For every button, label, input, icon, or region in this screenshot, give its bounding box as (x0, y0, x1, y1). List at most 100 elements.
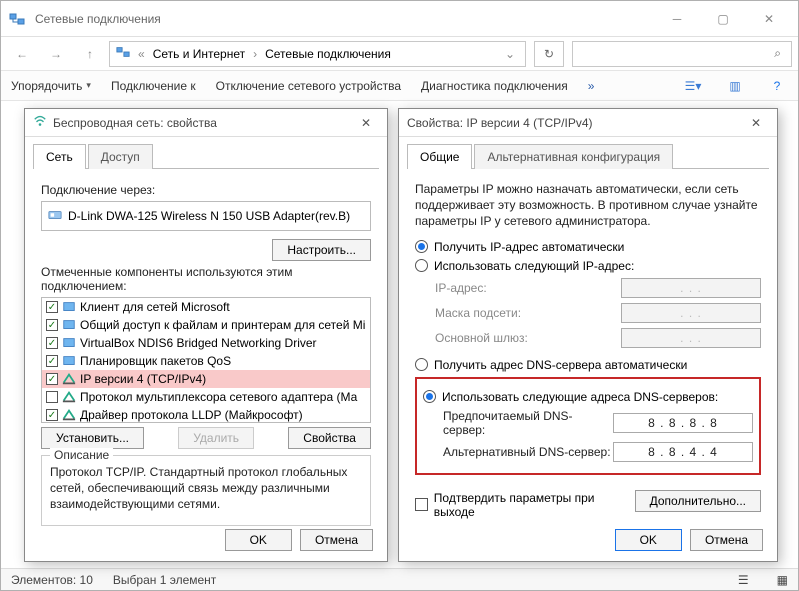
component-icon (62, 300, 76, 314)
list-item[interactable]: ✓Драйвер протокола LLDP (Майкрософт) (42, 406, 370, 423)
list-item[interactable]: ✓VirtualBox NDIS6 Bridged Networking Dri… (42, 334, 370, 352)
dropdown-chevron-icon[interactable]: ⌄ (505, 47, 515, 61)
checkbox-checked[interactable]: ✓ (46, 319, 58, 331)
checkbox-checked[interactable]: ✓ (46, 409, 58, 421)
close-button[interactable]: ✕ (746, 3, 792, 35)
checkbox-checked[interactable]: ✓ (46, 337, 58, 349)
mask-input: . . . (621, 303, 761, 323)
checkbox-checked[interactable]: ✓ (46, 373, 58, 385)
adapter-properties-dialog: Беспроводная сеть: свойства ✕ Сеть Досту… (24, 108, 388, 562)
radio-selected-icon (415, 240, 428, 253)
advanced-button[interactable]: Дополнительно... (635, 490, 761, 512)
titlebar: Сетевые подключения ─ ▢ ✕ (1, 1, 798, 37)
chevron-right-icon: › (253, 47, 257, 61)
minimize-button[interactable]: ─ (654, 3, 700, 35)
cancel-button[interactable]: Отмена (300, 529, 373, 551)
address-bar: ← → ↑ « Сеть и Интернет › Сетевые подклю… (1, 37, 798, 71)
search-icon: ⌕ (774, 46, 781, 61)
remove-button: Удалить (178, 427, 254, 449)
radio-unselected-icon (415, 358, 428, 371)
wireless-icon (33, 114, 47, 131)
checkbox-unchecked[interactable] (415, 498, 428, 511)
tabs: Сеть Доступ (25, 137, 387, 168)
properties-button[interactable]: Свойства (288, 427, 371, 449)
checkbox-checked[interactable]: ✓ (46, 301, 58, 313)
list-item[interactable]: Протокол мультиплексора сетевого адаптер… (42, 388, 370, 406)
status-bar: Элементов: 10 Выбран 1 элемент ☰ ▦ (1, 568, 798, 590)
adapter-field: D-Link DWA-125 Wireless N 150 USB Adapte… (41, 201, 371, 231)
close-icon[interactable]: ✕ (353, 116, 379, 130)
alt-dns-row: Альтернативный DNS-сервер: 8 . 8 . 4 . 4 (443, 442, 753, 462)
ipv4-properties-dialog: Свойства: IP версии 4 (TCP/IPv4) ✕ Общие… (398, 108, 778, 562)
mask-label: Маска подсети: (435, 306, 621, 320)
configure-button[interactable]: Настроить... (272, 239, 371, 261)
gateway-label: Основной шлюз: (435, 331, 621, 345)
radio-ip-auto[interactable]: Получить IP-адрес автоматически (415, 240, 761, 254)
components-label: Отмеченные компоненты используются этим … (41, 265, 371, 293)
network-connections-icon (7, 9, 27, 29)
checkbox-unchecked[interactable] (46, 391, 58, 403)
help-button[interactable]: ? (766, 75, 788, 97)
list-item[interactable]: ✓Клиент для сетей Microsoft (42, 298, 370, 316)
search-field[interactable]: ⌕ (572, 41, 792, 67)
radio-dns-auto[interactable]: Получить адрес DNS-сервера автоматически (415, 358, 761, 372)
status-count: Элементов: 10 (11, 573, 93, 587)
protocol-icon (62, 372, 76, 386)
protocol-icon (62, 408, 76, 422)
description-group: Описание Протокол TCP/IP. Стандартный пр… (41, 455, 371, 526)
connect-to-menu[interactable]: Подключение к (111, 79, 196, 93)
list-item-selected[interactable]: ✓IP версии 4 (TCP/IPv4) (42, 370, 370, 388)
breadcrumb-item[interactable]: Сеть и Интернет (153, 47, 245, 61)
validate-checkbox-row[interactable]: Подтвердить параметры при выходе (415, 491, 635, 519)
address-field[interactable]: « Сеть и Интернет › Сетевые подключения … (109, 41, 526, 67)
ok-button[interactable]: OK (225, 529, 292, 551)
breadcrumb-chevron: « (138, 47, 145, 61)
overflow-chevron-icon[interactable]: » (588, 79, 595, 93)
radio-unselected-icon (415, 259, 428, 272)
tab-access[interactable]: Доступ (88, 144, 153, 169)
status-selection: Выбран 1 элемент (113, 573, 216, 587)
organize-menu[interactable]: Упорядочить▾ (11, 79, 91, 93)
close-icon[interactable]: ✕ (743, 116, 769, 130)
breadcrumb-item[interactable]: Сетевые подключения (265, 47, 391, 61)
component-icon (62, 336, 76, 350)
preferred-dns-row: Предпочитаемый DNS-сервер: 8 . 8 . 8 . 8 (443, 409, 753, 437)
maximize-button[interactable]: ▢ (700, 3, 746, 35)
list-item[interactable]: ✓Планировщик пакетов QoS (42, 352, 370, 370)
network-icon (116, 45, 130, 62)
ok-button[interactable]: OK (615, 529, 682, 551)
cancel-button[interactable]: Отмена (690, 529, 763, 551)
diagnose-menu[interactable]: Диагностика подключения (421, 79, 568, 93)
back-button[interactable]: ← (7, 40, 37, 68)
alt-dns-input[interactable]: 8 . 8 . 4 . 4 (613, 442, 753, 462)
dialog-title: Беспроводная сеть: свойства (53, 116, 347, 130)
alt-dns-label: Альтернативный DNS-сервер: (443, 445, 613, 459)
checkbox-checked[interactable]: ✓ (46, 355, 58, 367)
tabs: Общие Альтернативная конфигурация (399, 137, 777, 168)
up-button[interactable]: ↑ (75, 40, 105, 68)
view-options-button[interactable]: ☰▾ (682, 75, 704, 97)
gateway-input: . . . (621, 328, 761, 348)
disable-device-menu[interactable]: Отключение сетевого устройства (216, 79, 401, 93)
install-button[interactable]: Установить... (41, 427, 144, 449)
details-view-icon[interactable]: ☰ (738, 573, 749, 587)
preview-pane-button[interactable]: ▥ (724, 75, 746, 97)
description-title: Описание (50, 448, 113, 462)
radio-dns-manual[interactable]: Использовать следующие адреса DNS-сервер… (423, 390, 753, 404)
radio-ip-manual[interactable]: Использовать следующий IP-адрес: (415, 259, 761, 273)
info-text: Параметры IP можно назначать автоматичес… (415, 179, 761, 232)
nic-icon (48, 208, 62, 225)
forward-button[interactable]: → (41, 40, 71, 68)
tab-network[interactable]: Сеть (33, 144, 86, 169)
list-item[interactable]: ✓Общий доступ к файлам и принтерам для с… (42, 316, 370, 334)
tab-alt-config[interactable]: Альтернативная конфигурация (474, 144, 673, 169)
component-icon (62, 354, 76, 368)
window-title: Сетевые подключения (35, 12, 654, 26)
ip-label: IP-адрес: (435, 281, 621, 295)
tab-general[interactable]: Общие (407, 144, 472, 169)
tiles-view-icon[interactable]: ▦ (777, 573, 788, 587)
components-list[interactable]: ✓Клиент для сетей Microsoft ✓Общий досту… (41, 297, 371, 423)
dialog-titlebar: Беспроводная сеть: свойства ✕ (25, 109, 387, 137)
refresh-button[interactable]: ↻ (534, 41, 564, 67)
preferred-dns-input[interactable]: 8 . 8 . 8 . 8 (613, 413, 753, 433)
